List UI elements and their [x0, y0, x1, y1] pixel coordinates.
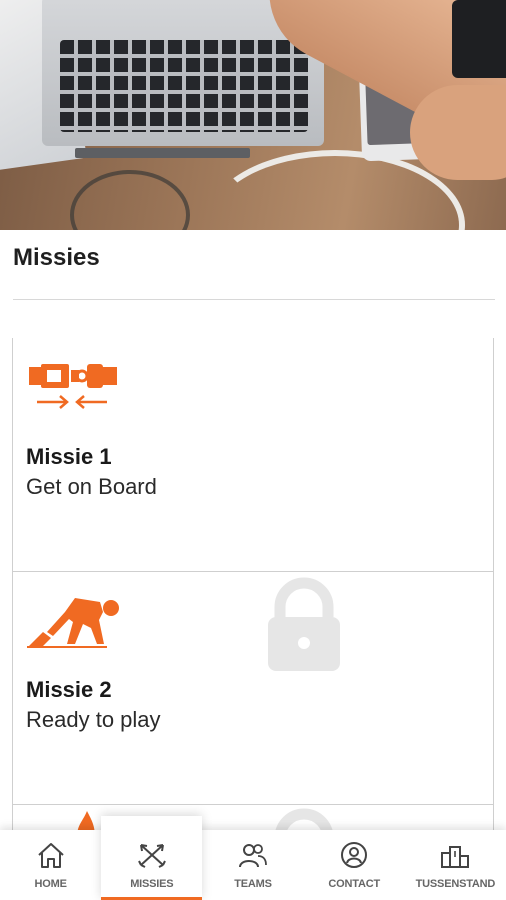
bottom-nav: HOME MISSIES TEAMS CONTACT TUSSENSTAND	[0, 816, 506, 900]
nav-item-home[interactable]: HOME	[0, 830, 101, 900]
nav-item-contact[interactable]: CONTACT	[304, 830, 405, 900]
nav-label: MISSIES	[130, 878, 174, 890]
mission-card-2[interactable]: Missie 2 Ready to play	[12, 572, 494, 805]
mission-subtitle: Get on Board	[26, 474, 157, 499]
home-icon	[36, 841, 66, 874]
podium-icon	[440, 841, 470, 874]
mission-heading: Missie 1	[26, 444, 112, 469]
mission-heading: Missie 2	[26, 677, 112, 702]
mission-subtitle: Ready to play	[26, 707, 161, 732]
page-title: Missies	[13, 244, 100, 271]
nav-item-teams[interactable]: TEAMS	[202, 830, 303, 900]
nav-label: TUSSENSTAND	[415, 878, 496, 890]
lock-icon	[266, 577, 342, 678]
title-divider	[13, 299, 495, 300]
nav-label: HOME	[34, 878, 67, 890]
team-icon	[238, 841, 268, 874]
mission-card-1[interactable]: Missie 1 Get on Board	[12, 338, 494, 572]
nav-label: CONTACT	[328, 878, 380, 890]
runner-start-icon	[27, 592, 127, 657]
crossed-arrows-icon	[137, 841, 167, 874]
hero-image	[0, 0, 506, 230]
nav-item-tussenstand[interactable]: TUSSENSTAND	[405, 830, 506, 900]
nav-item-missies[interactable]: MISSIES	[101, 816, 203, 900]
seatbelt-icon	[27, 360, 119, 417]
nav-label: TEAMS	[234, 878, 272, 890]
contact-icon	[339, 841, 369, 874]
